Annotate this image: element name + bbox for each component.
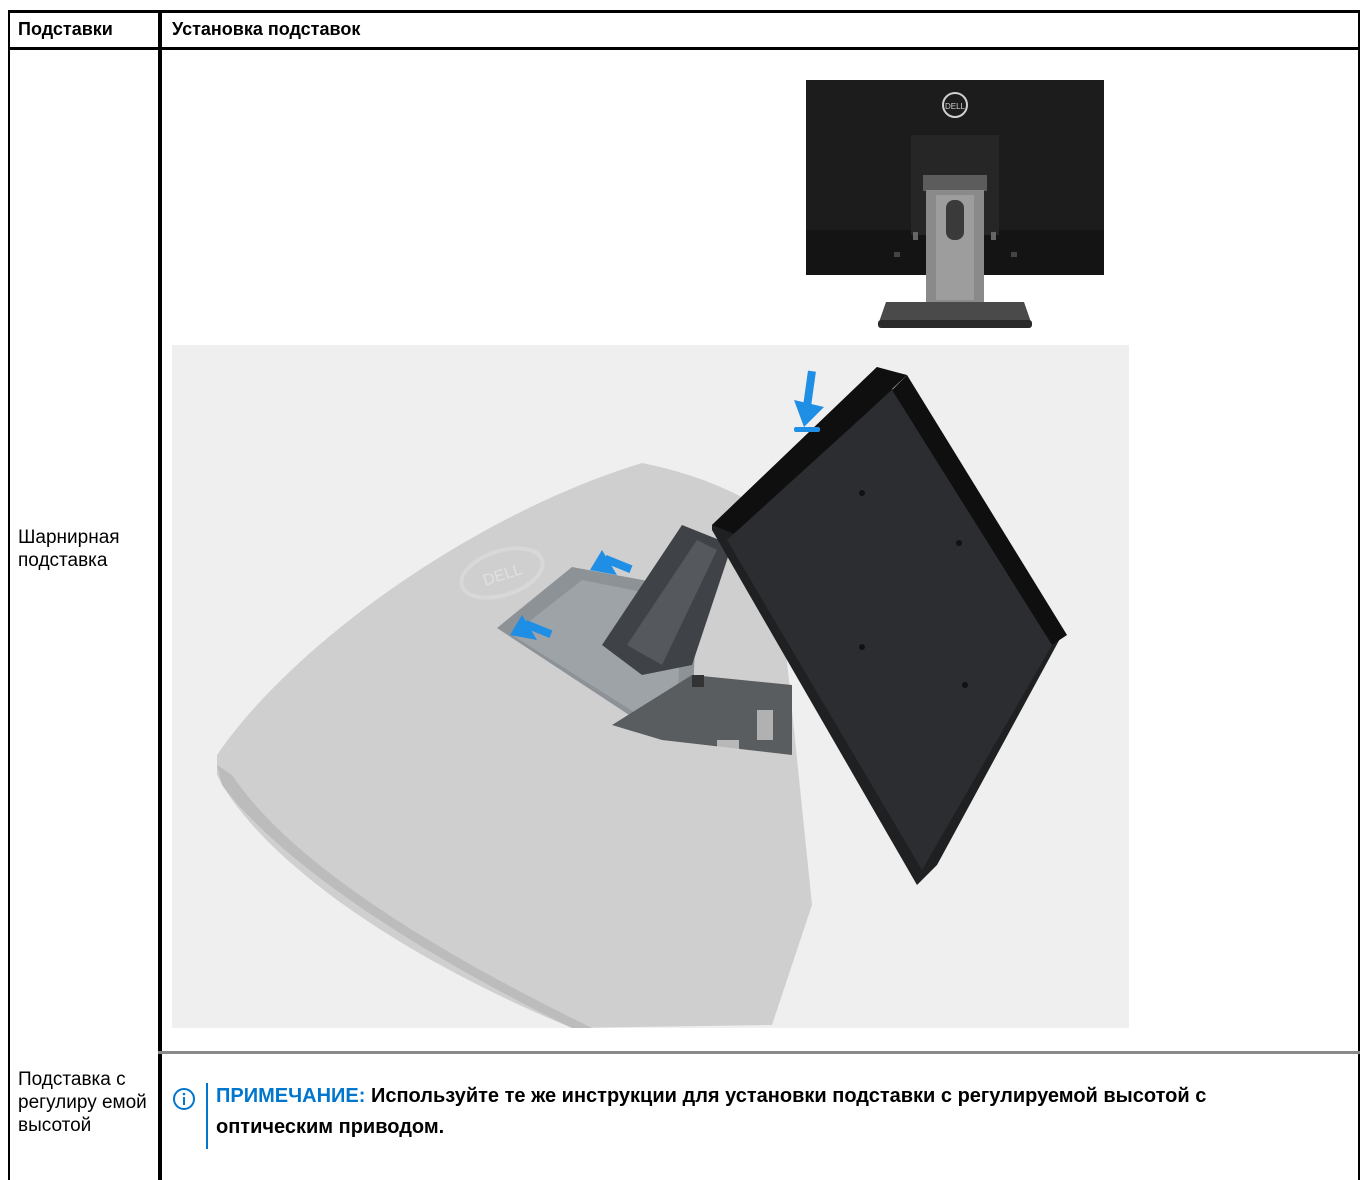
row-label-hinged-stand: Шарнирная подставка <box>18 527 120 571</box>
table-top-border <box>8 10 1360 13</box>
header-divider <box>8 47 1360 50</box>
header-stands: Подставки <box>18 19 113 39</box>
stand-installation-photo: DELL <box>172 345 1129 1028</box>
column-divider <box>158 10 162 1180</box>
table-left-border <box>8 10 10 1180</box>
header-install-stands: Установка подставок <box>172 19 361 39</box>
row-label-height-adjustable-stand: Подставка с регулиру емой высотой <box>18 1069 147 1136</box>
note-accent-bar <box>206 1083 208 1149</box>
note-label: ПРИМЕЧАНИЕ: <box>216 1085 366 1107</box>
row-divider <box>158 1051 1360 1054</box>
info-icon <box>173 1088 195 1110</box>
stands-table: Подставки Установка подставок Шарнирная … <box>0 0 1368 1180</box>
note-body: Используйте те же инструкции для установ… <box>216 1085 1207 1138</box>
monitor-logo: DELL <box>945 102 966 111</box>
note-text: ПРИМЕЧАНИЕ: Используйте те же инструкции… <box>216 1081 1306 1143</box>
monitor-rear-photo: DELL <box>806 80 1104 328</box>
table-right-border <box>1358 10 1360 1180</box>
